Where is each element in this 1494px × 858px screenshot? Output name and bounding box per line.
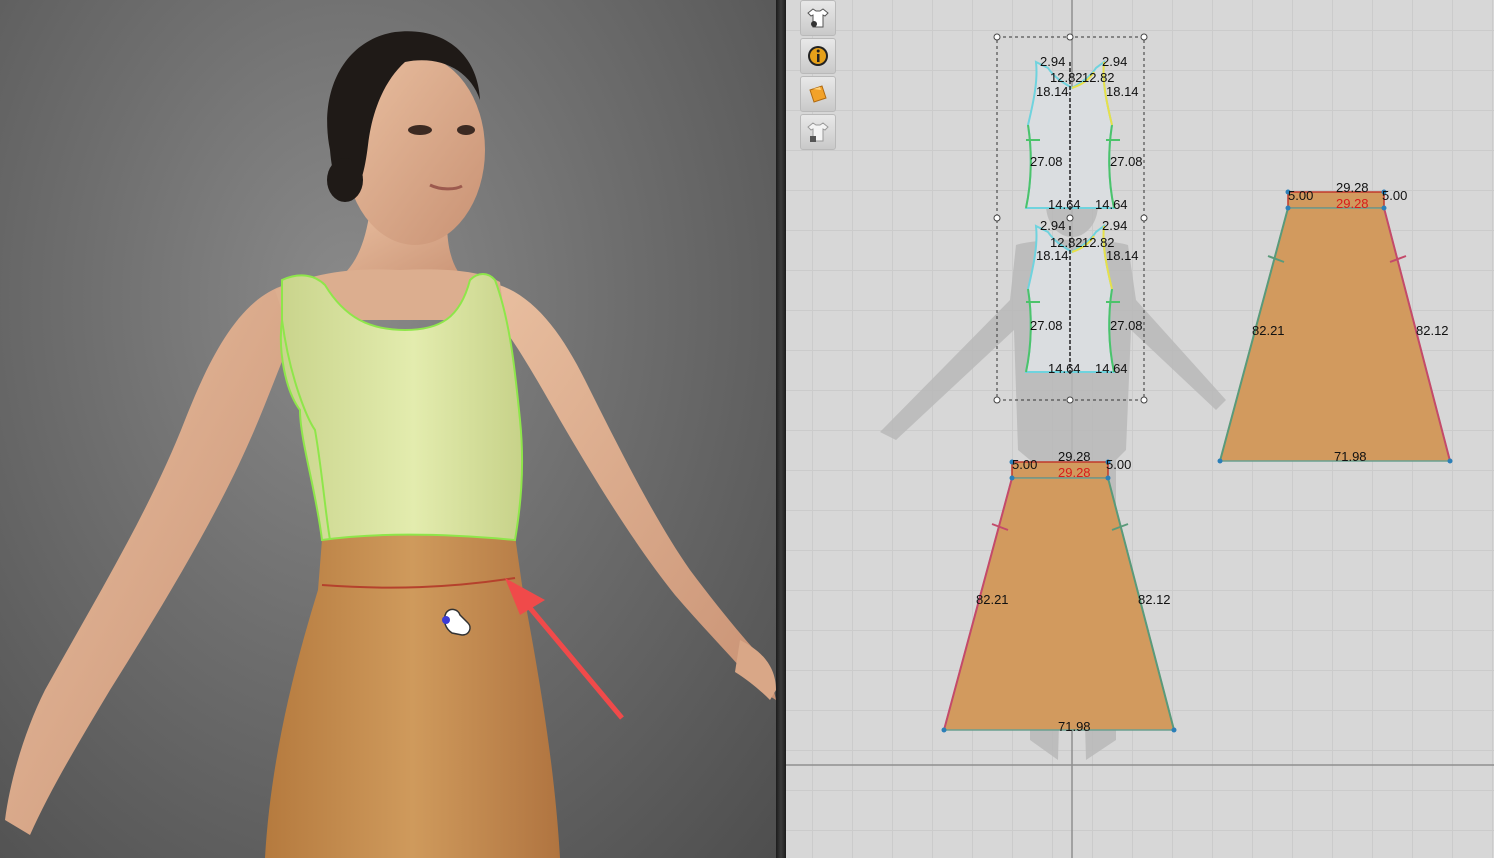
sf-side-left: 82.21 <box>976 592 1009 607</box>
pattern-canvas: 2.94 2.94 12.82 12.82 18.14 18.14 27.08 … <box>786 0 1494 858</box>
tf-neck-right: 12.82 <box>1082 70 1115 85</box>
tb-side-left: 27.08 <box>1030 318 1063 333</box>
left-arm <box>5 285 300 835</box>
tf-armhole-right: 18.14 <box>1106 84 1139 99</box>
tb-armhole-left: 18.14 <box>1036 248 1069 263</box>
tf-side-right: 27.08 <box>1110 154 1143 169</box>
sf-band-right: 5.00 <box>1106 457 1131 472</box>
tb-shoulder-right: 2.94 <box>1102 218 1127 233</box>
sf-band-top: 29.28 <box>1058 449 1091 464</box>
fabric-button[interactable] <box>800 76 836 112</box>
sf-band-bottom: 29.28 <box>1058 465 1091 480</box>
tf-hem-left: 14.64 <box>1048 197 1081 212</box>
fabric-icon <box>809 85 827 103</box>
3d-viewport[interactable] <box>0 0 776 858</box>
tb-shoulder-left: 2.94 <box>1040 218 1065 233</box>
tf-neck-left: 12.82 <box>1050 70 1083 85</box>
pattern-toolbar <box>800 0 836 150</box>
tb-hem-left: 14.64 <box>1048 361 1081 376</box>
info-button[interactable] <box>800 38 836 74</box>
tf-shoulder-right: 2.94 <box>1102 54 1127 69</box>
sb-band-top: 29.28 <box>1336 180 1369 195</box>
tb-side-right: 27.08 <box>1110 318 1143 333</box>
sb-side-left: 82.21 <box>1252 323 1285 338</box>
tf-armhole-left: 18.14 <box>1036 84 1069 99</box>
avatar-lock-button[interactable] <box>800 114 836 150</box>
info-icon <box>808 46 828 66</box>
sb-band-bottom: 29.28 <box>1336 196 1369 211</box>
sf-hem: 71.98 <box>1058 719 1091 734</box>
garment-view-button[interactable] <box>800 0 836 36</box>
sb-band-left: 5.00 <box>1288 188 1313 203</box>
avatar-3d-scene <box>5 31 776 858</box>
2d-pattern-viewport[interactable]: 2.94 2.94 12.82 12.82 18.14 18.14 27.08 … <box>786 0 1494 858</box>
tf-shoulder-left: 2.94 <box>1040 54 1065 69</box>
viewport-divider[interactable] <box>776 0 786 858</box>
sb-hem: 71.98 <box>1334 449 1367 464</box>
tb-hem-right: 14.64 <box>1095 361 1128 376</box>
tf-hem-right: 14.64 <box>1095 197 1128 212</box>
tf-side-left: 27.08 <box>1030 154 1063 169</box>
skirt-3d <box>265 532 560 858</box>
sb-side-right: 82.12 <box>1416 323 1449 338</box>
sb-band-right: 5.00 <box>1382 188 1407 203</box>
tb-armhole-right: 18.14 <box>1106 248 1139 263</box>
garment-view-icon <box>807 8 829 28</box>
avatar-lock-icon <box>807 122 829 142</box>
sf-band-left: 5.00 <box>1012 457 1037 472</box>
sf-side-right: 82.12 <box>1138 592 1171 607</box>
